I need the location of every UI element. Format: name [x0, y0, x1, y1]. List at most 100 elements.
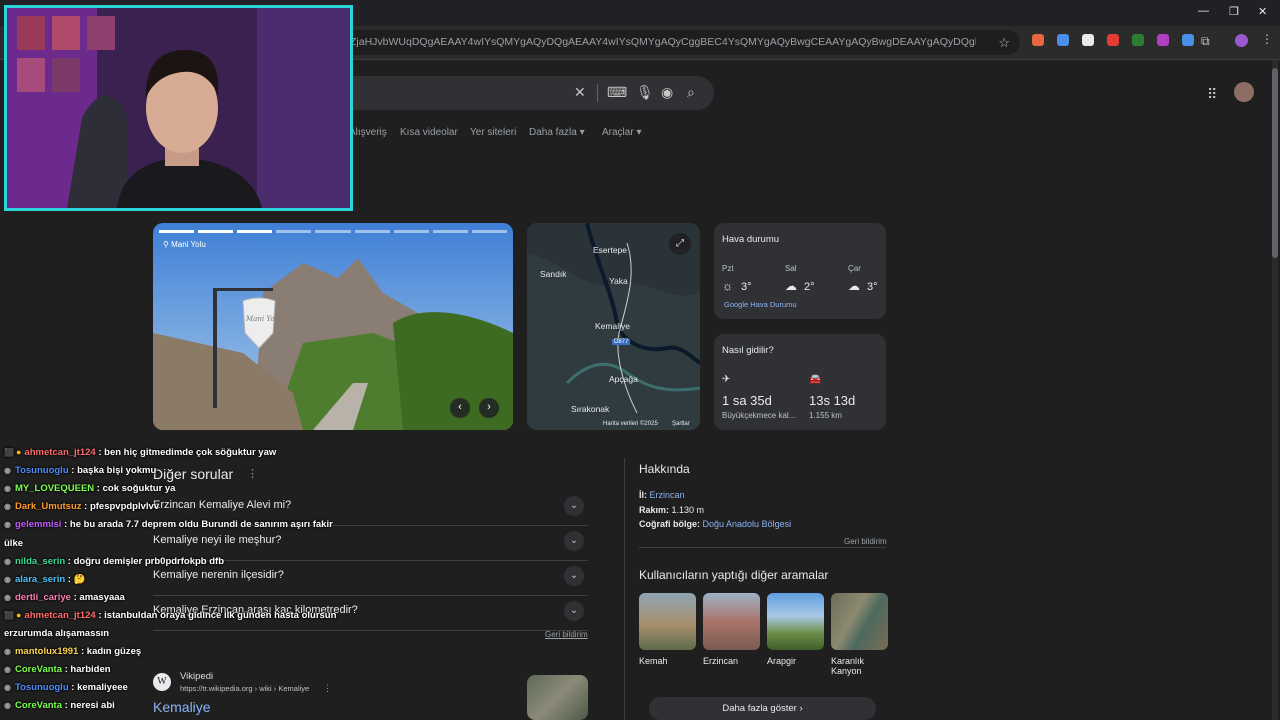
about-feedback-link[interactable]: Geri bildirim: [844, 537, 887, 546]
related-thumb-arapgir[interactable]: [767, 593, 824, 650]
carousel-next-button[interactable]: ›: [479, 398, 499, 418]
chevron-down-icon[interactable]: ⌄: [564, 496, 584, 516]
tab-places[interactable]: Yer siteleri: [470, 127, 516, 138]
url-field[interactable]: ZjaHJvbWUqDQgAEAAY4wIYsQMYgAQyDQgAEAAY4w…: [340, 30, 1020, 55]
tab-more[interactable]: Daha fazla ▾: [529, 127, 585, 138]
directions-card[interactable]: Nasıl gidilir? ✈ 🚘 1 sa 35d 13s 13d Büyü…: [714, 334, 886, 430]
related-label[interactable]: Kemah: [639, 656, 699, 666]
weather-card[interactable]: Hava durumu Pzt Sal Çar ☼ 3° ☁ 2° ☁ 3° G…: [714, 223, 886, 319]
page-scrollbar[interactable]: [1272, 60, 1278, 720]
chat-message: ◉ mantolux1991 : kadın güzeş: [4, 646, 141, 657]
search-bar[interactable]: ✕ ⌨ 🎙 ◉ ⌕: [300, 76, 714, 110]
airplane-icon: ✈: [722, 374, 731, 385]
chat-message: ◉ Dark_Umutsuz : pfespvpdplvlvv: [4, 501, 159, 512]
chat-badge-icon: ◉: [4, 520, 11, 529]
extensions-puzzle-icon[interactable]: ⧉: [1201, 34, 1210, 49]
chat-username: dertli_cariye: [14, 592, 71, 603]
caret-down-icon: ▾: [636, 127, 642, 138]
weather-day-1: Pzt: [722, 264, 734, 273]
question-text: Kemaliye neyi ile meşhur?: [153, 534, 282, 546]
extension-icon[interactable]: [1082, 34, 1094, 46]
sign-text: Mani Yolu: [246, 315, 282, 323]
related-searches-title: Kullanıcıların yaptığı diğer aramalar: [639, 568, 829, 582]
minimize-icon[interactable]: —: [1198, 5, 1209, 17]
chat-text: : amasyaaa: [70, 592, 125, 603]
related-thumb-kanyon[interactable]: [831, 593, 888, 650]
car-icon: 🚘: [809, 374, 822, 385]
region-link[interactable]: Doğu Anadolu Bölgesi: [703, 519, 792, 529]
extension-icon[interactable]: [1182, 34, 1194, 46]
map-label-apcaga: Apçağa: [609, 374, 638, 384]
show-more-button[interactable]: Daha fazla göster ›: [649, 697, 876, 720]
flight-origin: Büyükçekmece kal...: [722, 411, 796, 420]
caret-down-icon: ▾: [579, 127, 585, 138]
chat-text: : ben hiç gitmedimde çok söğuktur yaw: [95, 447, 277, 458]
tab-more-label: Daha fazla: [529, 127, 577, 138]
chat-username: gelemmisi: [14, 519, 62, 530]
chat-badge-icon: ◉: [4, 665, 11, 674]
browser-menu-icon[interactable]: ⋮: [1261, 32, 1273, 46]
lens-camera-icon[interactable]: ◉: [661, 84, 673, 101]
province-link[interactable]: Erzincan: [650, 490, 685, 500]
tab-shopping[interactable]: Alışveriş: [349, 127, 387, 138]
chat-message: ülke: [4, 538, 23, 549]
chevron-down-icon[interactable]: ⌄: [564, 531, 584, 551]
chat-text: : pfespvpdplvlvv: [81, 501, 160, 512]
related-thumb-erzincan[interactable]: [703, 593, 760, 650]
chat-text: : cok soğuktur ya: [94, 483, 176, 494]
tab-tools-label: Araçlar: [602, 127, 634, 138]
tab-short-videos[interactable]: Kısa videolar: [400, 127, 458, 138]
drive-time: 13s 13d: [809, 393, 856, 408]
show-more-label: Daha fazla göster: [722, 703, 797, 714]
maximize-icon[interactable]: ❐: [1229, 5, 1239, 18]
sun-icon: ☼: [722, 279, 733, 293]
carousel-progress: [159, 230, 507, 233]
chat-text: : istanbuldan oraya gidince ilk günden h…: [95, 610, 337, 621]
about-label: Rakım:: [639, 505, 670, 515]
chat-text: : kadın güzeş: [78, 646, 142, 657]
result-options-icon[interactable]: ⋮: [323, 683, 332, 694]
chat-username: nilda_serin: [14, 556, 66, 567]
more-options-icon[interactable]: ⋮: [247, 467, 258, 480]
about-label: İl:: [639, 490, 647, 500]
chevron-down-icon[interactable]: ⌄: [564, 566, 584, 586]
extension-icon[interactable]: [1132, 34, 1144, 46]
profile-avatar-icon[interactable]: [1235, 34, 1248, 47]
keyboard-icon[interactable]: ⌨: [607, 84, 627, 101]
chevron-down-icon[interactable]: ⌄: [564, 601, 584, 621]
cloud-icon: ☁: [848, 279, 860, 293]
result-title-link[interactable]: Kemaliye: [153, 699, 211, 715]
tab-tools[interactable]: Araçlar ▾: [602, 127, 642, 138]
map-terms-link[interactable]: Şartlar: [672, 421, 690, 427]
bookmark-star-icon[interactable]: ☆: [998, 35, 1010, 51]
search-icon[interactable]: ⌕: [687, 84, 695, 101]
questions-feedback-link[interactable]: Geri bildirim: [545, 630, 588, 639]
extension-icon[interactable]: [1057, 34, 1069, 46]
scrollbar-thumb[interactable]: [1272, 68, 1278, 258]
expand-map-icon[interactable]: ⤢: [669, 233, 691, 255]
related-label[interactable]: Karanlık Kanyon: [831, 656, 887, 676]
related-label[interactable]: Arapgir: [767, 656, 827, 666]
extension-icon[interactable]: [1157, 34, 1169, 46]
chat-badge-icon: ●: [15, 610, 22, 620]
extension-icon[interactable]: [1107, 34, 1119, 46]
map-card[interactable]: Esertepe Sandık Yaka Kemaliye D877 Apçağ…: [527, 223, 700, 430]
url-text[interactable]: ZjaHJvbWUqDQgAEAAY4wIYsQMYgAQyDQgAEAAY4w…: [350, 36, 976, 48]
related-thumb-kemah[interactable]: [639, 593, 696, 650]
about-row-elevation: Rakım: 1.130 m: [639, 505, 704, 515]
microphone-icon[interactable]: 🎙: [636, 84, 654, 101]
result-thumbnail[interactable]: [527, 675, 588, 720]
map-label-sandik: Sandık: [540, 269, 567, 279]
clear-search-icon[interactable]: ✕: [574, 84, 586, 101]
carousel-prev-button[interactable]: ‹: [450, 398, 470, 418]
image-carousel[interactable]: ⚲ Mani Yolu Mani Yolu ‹ ›: [153, 223, 513, 430]
extension-icon[interactable]: [1032, 34, 1044, 46]
account-avatar[interactable]: [1234, 82, 1254, 102]
weather-temp-1: 3°: [741, 281, 752, 293]
apps-grid-icon[interactable]: ⠿: [1207, 86, 1217, 103]
column-divider: [624, 458, 625, 720]
weather-source-link[interactable]: Google Hava Durumu: [724, 300, 797, 309]
chat-badge-icon: ◉: [4, 593, 11, 602]
related-label[interactable]: Erzincan: [703, 656, 763, 666]
close-window-icon[interactable]: ✕: [1258, 5, 1267, 18]
